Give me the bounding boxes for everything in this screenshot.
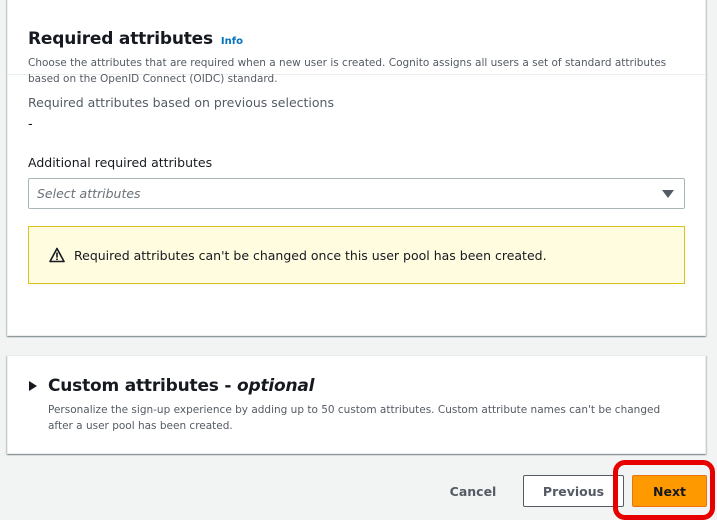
required-attributes-header: Required attributes Info Choose the attr… bbox=[8, 0, 705, 85]
previous-selections-label: Required attributes based on previous se… bbox=[28, 95, 334, 110]
cancel-button[interactable]: Cancel bbox=[440, 475, 506, 507]
custom-attributes-description: Personalize the sign-up experience by ad… bbox=[48, 404, 661, 432]
expand-caret-icon[interactable] bbox=[29, 381, 37, 391]
warning-alert-text: Required attributes can't be changed onc… bbox=[74, 247, 547, 263]
custom-attributes-title-text: Custom attributes - bbox=[48, 376, 238, 396]
caret-down-icon bbox=[662, 189, 674, 198]
previous-selections-value: - bbox=[28, 117, 33, 132]
select-attributes-dropdown[interactable]: Select attributes bbox=[28, 178, 685, 209]
additional-attributes-label: Additional required attributes bbox=[28, 155, 213, 170]
previous-button[interactable]: Previous bbox=[523, 475, 624, 507]
custom-attributes-title[interactable]: Custom attributes - optional bbox=[48, 376, 315, 396]
custom-attributes-expander[interactable]: Custom attributes - optional bbox=[28, 376, 685, 396]
required-attributes-body: Required attributes based on previous se… bbox=[8, 75, 705, 284]
select-attributes-placeholder: Select attributes bbox=[37, 186, 141, 201]
custom-attributes-optional: optional bbox=[237, 376, 315, 396]
warning-icon bbox=[49, 247, 65, 263]
info-link[interactable]: Info bbox=[221, 36, 243, 47]
custom-attributes-panel: Custom attributes - optional Personalize… bbox=[7, 355, 706, 454]
custom-attributes-header: Custom attributes - optional Personalize… bbox=[8, 356, 705, 434]
warning-alert: Required attributes can't be changed onc… bbox=[28, 226, 685, 284]
next-button[interactable]: Next bbox=[632, 475, 707, 507]
required-attributes-title: Required attributes bbox=[28, 29, 213, 49]
required-attributes-panel: Required attributes Info Choose the attr… bbox=[7, 0, 706, 336]
